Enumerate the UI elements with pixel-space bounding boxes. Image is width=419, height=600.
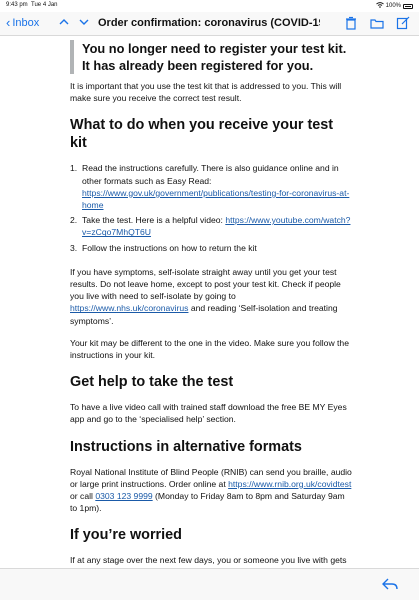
back-label: Inbox: [12, 16, 40, 29]
toolbar-actions: [343, 15, 411, 31]
next-message-icon[interactable]: [78, 16, 90, 31]
nhs-coronavirus-link[interactable]: https://www.nhs.uk/coronavirus: [70, 303, 188, 313]
folder-icon[interactable]: [369, 15, 385, 31]
list-item: 3. Follow the instructions on how to ret…: [70, 242, 352, 254]
bottom-bar: [0, 568, 419, 600]
email-subject: Order confirmation: coronavirus (COVID-1…: [98, 17, 320, 29]
section-heading-test-kit: What to do when you receive your test ki…: [70, 117, 334, 152]
list-text: Take the test. Here is a helpful video:: [82, 215, 226, 226]
rnib-call-text: or call: [70, 491, 96, 502]
previous-message-icon[interactable]: [58, 16, 70, 31]
back-to-inbox-button[interactable]: ‹ Inbox: [6, 16, 39, 29]
worried-paragraph: If at any stage over the next few days, …: [70, 555, 347, 568]
trash-icon[interactable]: [343, 15, 359, 31]
compose-icon[interactable]: [395, 15, 411, 31]
status-date: Tue 4 Jan: [31, 2, 58, 8]
list-text: Read the instructions carefully. There i…: [82, 163, 339, 186]
list-number: 1.: [70, 163, 78, 174]
symptoms-text: If you have symptoms, self-isolate strai…: [70, 266, 341, 302]
mail-toolbar: ‹ Inbox Order confirmation: coronavirus …: [0, 12, 419, 36]
battery-percentage: 100%: [385, 3, 401, 9]
status-bar: 9:43 pm Tue 4 Jan 100%: [0, 0, 419, 12]
list-item: 2. Take the test. Here is a helpful vide…: [70, 214, 352, 238]
rnib-phone-link[interactable]: 0303 123 9999: [95, 491, 152, 501]
rnib-link[interactable]: https://www.rnib.org.uk/covidtest: [228, 479, 351, 489]
email-body: You no longer need to register your test…: [70, 40, 352, 568]
section-heading-alternative-formats: Instructions in alternative formats: [70, 438, 302, 455]
status-time: 9:43 pm: [6, 2, 28, 8]
battery-icon: [403, 3, 413, 9]
status-time-date: 9:43 pm Tue 4 Jan: [6, 2, 58, 8]
kit-note-paragraph: Your kit may be different to the one in …: [70, 337, 349, 361]
gov-guidance-link[interactable]: https://www.gov.uk/government/publicatio…: [82, 188, 349, 210]
wifi-icon: [375, 2, 384, 10]
section-heading-get-help: Get help to take the test: [70, 374, 234, 391]
list-text: Follow the instructions on how to return…: [82, 242, 257, 253]
callout-heading: You no longer need to register your test…: [82, 41, 347, 73]
alternative-formats-paragraph: Royal National Institute of Blind People…: [70, 466, 352, 515]
registration-callout: You no longer need to register your test…: [70, 40, 352, 74]
message-nav: [58, 16, 90, 31]
reply-icon[interactable]: [381, 575, 399, 593]
status-indicators: 100%: [375, 2, 413, 10]
chevron-left-icon: ‹: [6, 15, 11, 30]
section-heading-worried: If you’re worried: [70, 527, 182, 544]
list-item: 1. Read the instructions carefully. Ther…: [70, 162, 352, 211]
get-help-paragraph: To have a live video call with trained s…: [70, 402, 347, 425]
list-number: 3.: [70, 242, 78, 253]
list-number: 2.: [70, 215, 78, 226]
intro-paragraph: It is important that you use the test ki…: [70, 81, 342, 104]
instructions-list: 1. Read the instructions carefully. Ther…: [70, 162, 352, 253]
symptoms-paragraph: If you have symptoms, self-isolate strai…: [70, 266, 352, 327]
